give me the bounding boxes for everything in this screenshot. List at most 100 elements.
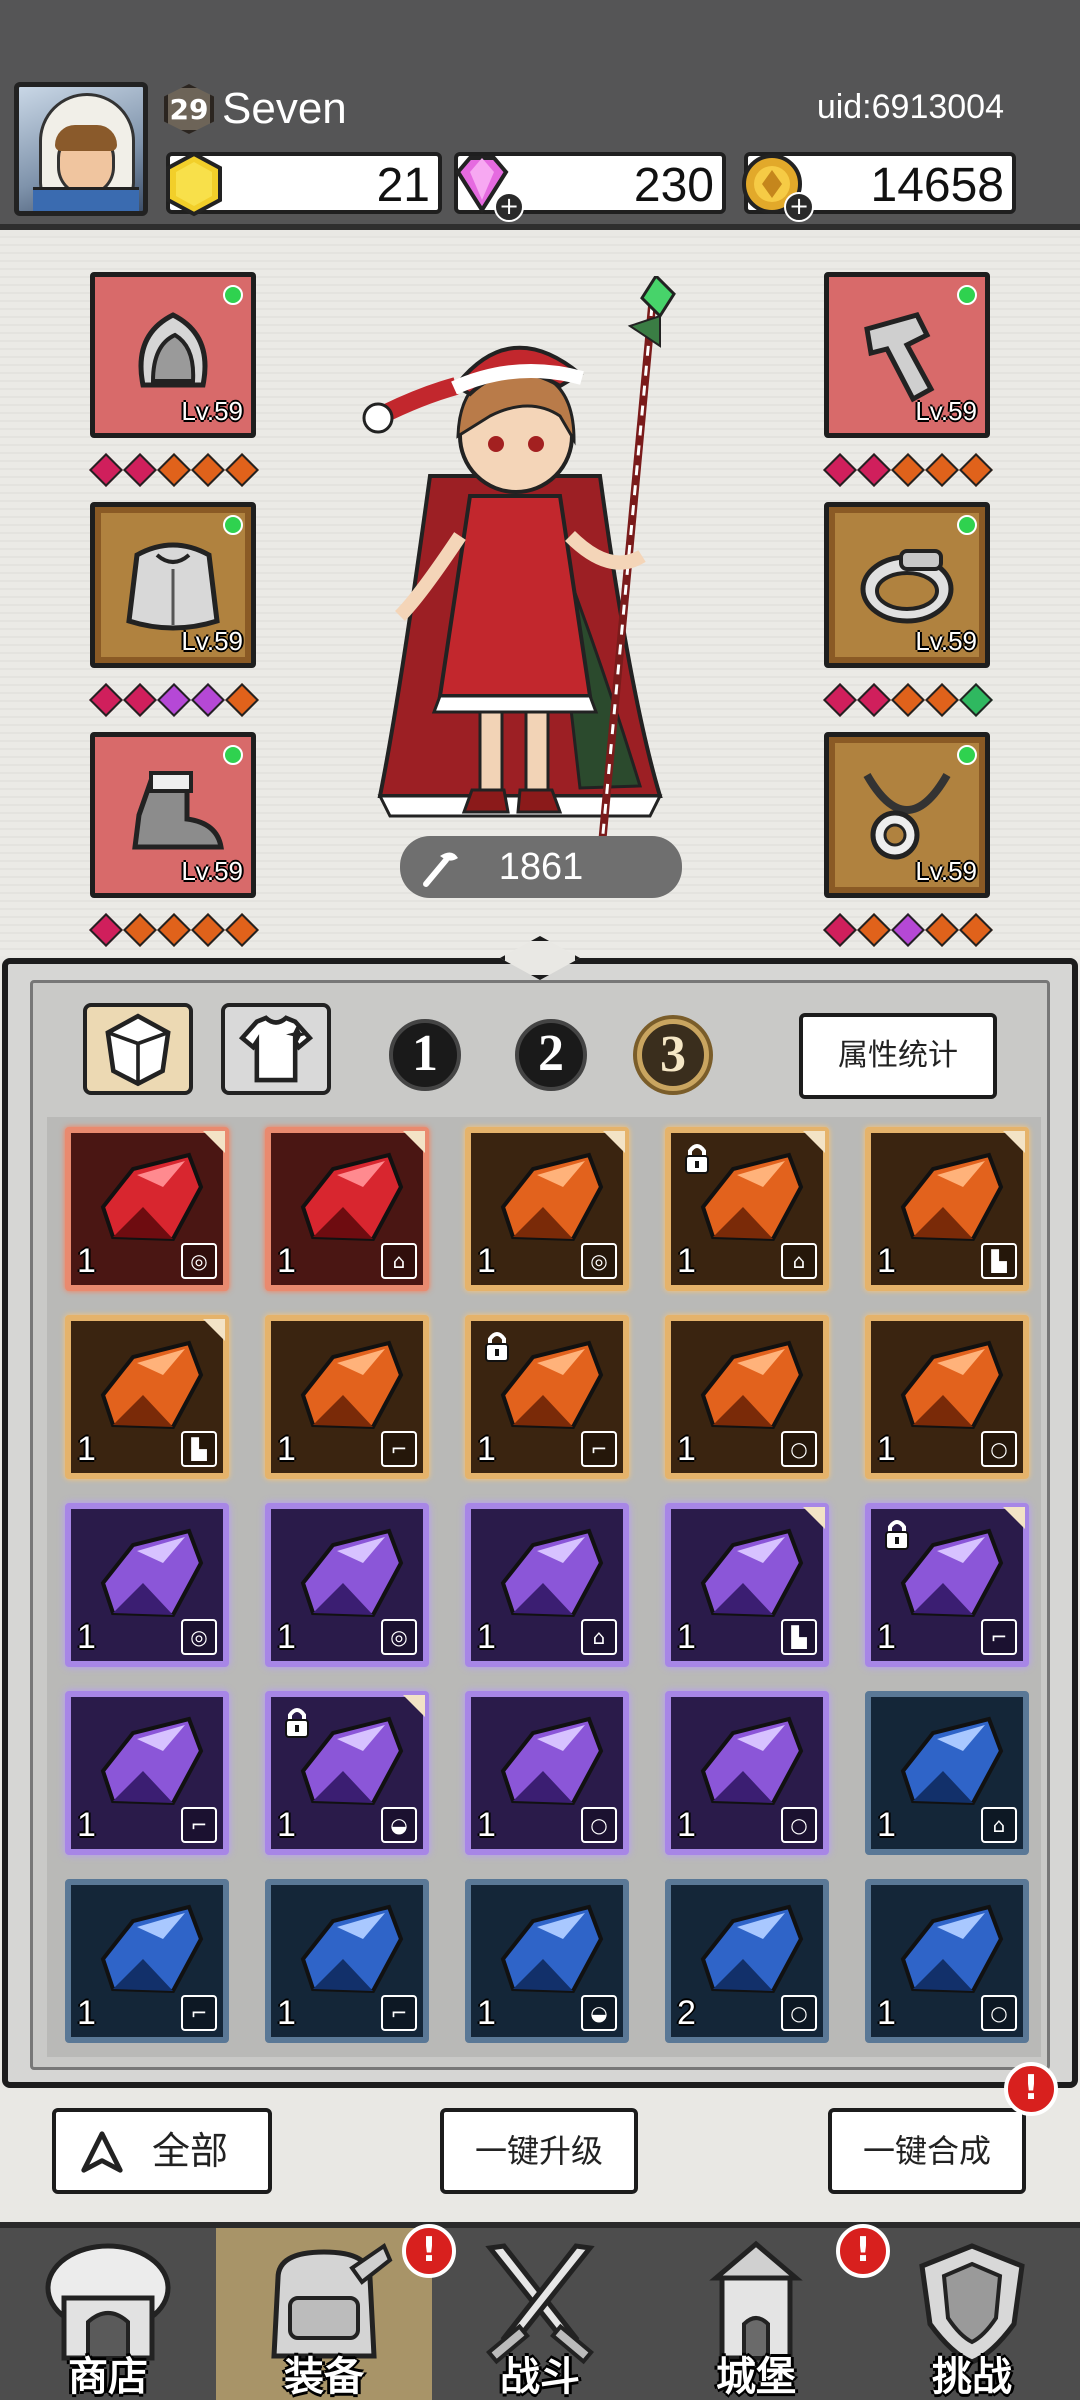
cape-slot-icon: ⌂ [981,1807,1017,1843]
tab-gems[interactable] [83,1003,193,1095]
equip-slot-head[interactable]: Lv.59 [90,272,256,438]
inventory-gem-slot[interactable]: 1 ⌐ [865,1503,1029,1667]
item-quantity: 1 [77,1806,96,1844]
inventory-gem-slot[interactable]: 1 ◎ [65,1503,229,1667]
bracer-slot-icon: ⌐ [181,1995,217,2031]
socket-gem-icon [959,913,993,947]
currency-value: 14658 [870,159,1004,212]
inventory-gem-slot[interactable]: 1 ○ [865,1879,1029,2043]
hood-slot-icon: ◒ [581,1995,617,2031]
tab-tier-3[interactable]: 3 [637,1019,709,1091]
gem-row-amulet [823,913,993,947]
item-quantity: 1 [477,1430,496,1468]
equip-slot-amulet[interactable]: Lv.59 [824,732,990,898]
nav-challenge[interactable]: 挑战 [864,2228,1080,2400]
equip-slot-ring[interactable]: Lv.59 [824,502,990,668]
boot-slot-icon: ▙ [981,1243,1017,1279]
bracer-slot-icon: ⌐ [381,1431,417,1467]
tab-tier-2[interactable]: 2 [515,1019,587,1091]
inventory-gem-slot[interactable]: 1 ⌐ [65,1691,229,1855]
amulet-slot-icon: ○ [781,1807,817,1843]
boot-slot-icon: ▙ [181,1431,217,1467]
lock-icon [685,1144,709,1174]
nav-battle[interactable]: 战斗 [432,2228,648,2400]
equip-level: Lv.59 [915,396,977,426]
one-click-upgrade-button[interactable]: 一键升级 [440,2108,638,2194]
bracer-slot-icon: ⌐ [581,1431,617,1467]
item-quantity: 1 [277,1242,296,1280]
inventory-gem-slot[interactable]: 1 ◎ [65,1127,229,1291]
inventory-gem-slot[interactable]: 1 ⌐ [265,1879,429,2043]
player-name: Seven [222,84,347,133]
equipment-alert-icon: ! [402,2224,456,2278]
inventory-gem-slot[interactable]: 1 ○ [465,1691,629,1855]
new-item-corner-marker [803,1131,825,1153]
new-item-corner-marker [203,1319,225,1341]
inventory-gem-slot[interactable]: 1 ⌂ [865,1691,1029,1855]
upgrade-available-dot [223,515,243,535]
cape-slot-icon: ⌂ [381,1243,417,1279]
player-avatar[interactable] [14,82,148,216]
nav-label: 城堡 [716,2354,796,2400]
inventory-gem-slot[interactable]: 1 ◒ [265,1691,429,1855]
bracer-slot-icon: ⌐ [381,1995,417,2031]
equip-level: Lv.59 [181,626,243,656]
ring-slot-icon: ◎ [381,1619,417,1655]
inventory-gem-slot[interactable]: 1 ○ [665,1315,829,1479]
inventory-gem-slot[interactable]: 1 ▙ [65,1315,229,1479]
currency-coin[interactable]: + 14658 [742,152,1016,222]
socket-gem-icon [857,683,891,717]
castle-alert-icon: ! [836,2224,890,2278]
nav-label: 装备 [284,2354,364,2400]
add-coin-icon[interactable]: + [784,192,814,222]
socket-gem-icon [925,683,959,717]
item-quantity: 1 [677,1242,696,1280]
shirt-icon [238,1015,314,1083]
add-diamond-icon[interactable]: + [494,192,524,222]
inventory-gem-slot[interactable]: 2 ○ [665,1879,829,2043]
boot-slot-icon: ▙ [781,1619,817,1655]
lock-icon [485,1332,509,1362]
new-item-corner-marker [203,1131,225,1153]
socket-gem-icon [89,683,123,717]
equip-slot-boots[interactable]: Lv.59 [90,732,256,898]
item-quantity: 1 [477,1994,496,2032]
socket-gem-icon [891,453,925,487]
inventory-gem-slot[interactable]: 1 ○ [865,1315,1029,1479]
inventory-gem-slot[interactable]: 1 ⌂ [265,1127,429,1291]
nav-shop[interactable]: 商店 [0,2228,216,2400]
currency-diamond[interactable]: + 230 [454,152,726,222]
nav-equipment[interactable]: 装备 [216,2228,432,2400]
item-quantity: 1 [477,1806,496,1844]
inventory-gem-slot[interactable]: 1 ⌂ [665,1127,829,1291]
attribute-stats-button[interactable]: 属性统计 [799,1013,997,1099]
currency-value: 21 [376,159,430,212]
new-item-corner-marker [803,1507,825,1529]
hero-character-illustration[interactable] [360,276,680,876]
upgrade-available-dot [957,745,977,765]
inventory-gem-slot[interactable]: 1 ▙ [865,1127,1029,1291]
inventory-gem-slot[interactable]: 1 ◎ [465,1127,629,1291]
inventory-gem-slot[interactable]: 1 ⌐ [265,1315,429,1479]
bottom-navigation: 商店 装备 战斗 城堡 挑战 [0,2222,1080,2400]
currency-gold-hex[interactable]: 21 [166,151,442,217]
equip-slot-bracer[interactable]: Lv.59 [824,272,990,438]
inventory-gem-slot[interactable]: 1 ◎ [265,1503,429,1667]
socket-gem-icon [959,453,993,487]
item-quantity: 1 [277,1618,296,1656]
socket-gem-icon [857,453,891,487]
inventory-gem-slot[interactable]: 1 ⌐ [465,1315,629,1479]
nav-castle[interactable]: 城堡 [648,2228,864,2400]
inventory-gem-slot[interactable]: 1 ◒ [465,1879,629,2043]
inventory-gem-slot[interactable]: 1 ⌂ [465,1503,629,1667]
tab-tier-1[interactable]: 1 [389,1019,461,1091]
one-click-merge-button[interactable]: 一键合成 [828,2108,1026,2194]
filter-all-button[interactable]: 全部 [52,2108,272,2194]
tab-equipment[interactable] [221,1003,331,1095]
equip-slot-cape[interactable]: Lv.59 [90,502,256,668]
inventory-gem-slot[interactable]: 1 ○ [665,1691,829,1855]
item-quantity: 2 [677,1994,696,2032]
inventory-gem-slot[interactable]: 1 ⌐ [65,1879,229,2043]
amulet-slot-icon: ○ [581,1807,617,1843]
inventory-gem-slot[interactable]: 1 ▙ [665,1503,829,1667]
